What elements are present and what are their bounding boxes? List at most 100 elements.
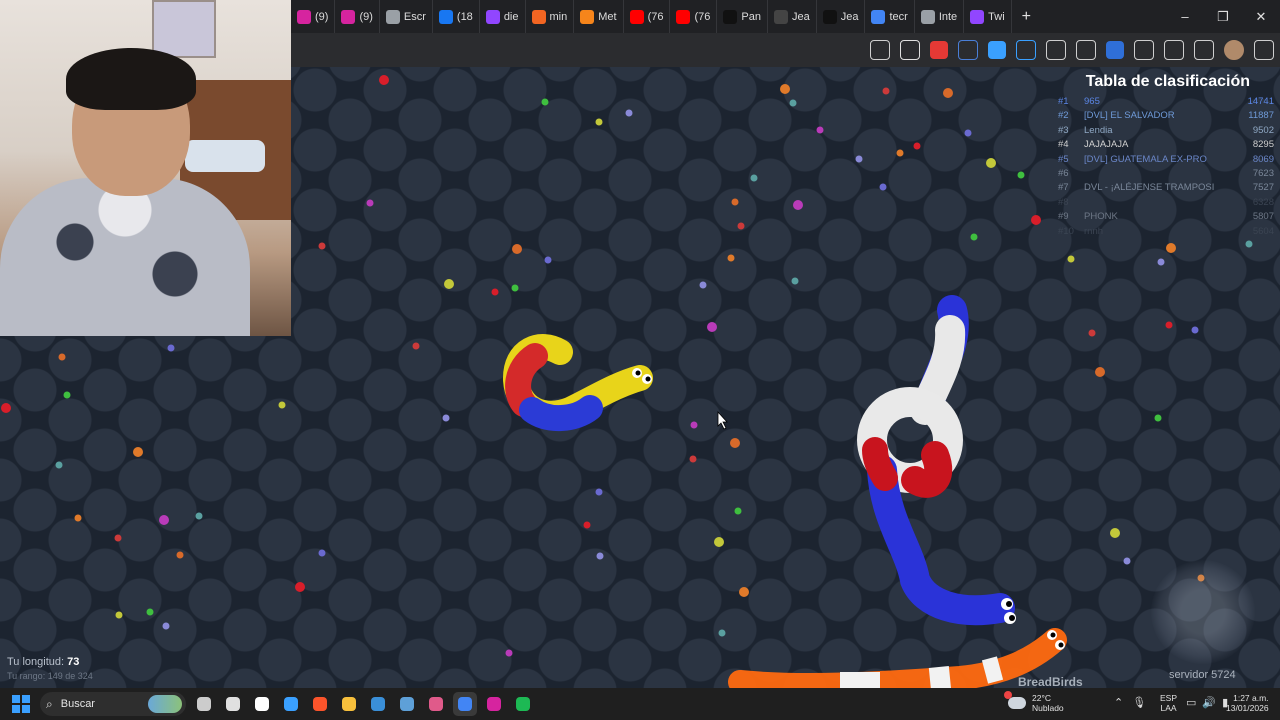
food-pellet bbox=[791, 277, 799, 285]
browser-tab[interactable]: Jea bbox=[768, 0, 817, 33]
browser-tab[interactable]: (76 bbox=[624, 0, 671, 33]
wave-icon[interactable] bbox=[958, 40, 978, 60]
leaderboard-name: rnnh bbox=[1084, 225, 1104, 237]
network-icon[interactable]: ▭ bbox=[1186, 696, 1196, 709]
leaderboard-score: 7527 bbox=[1252, 182, 1274, 194]
browser-tab[interactable]: Escr bbox=[380, 0, 433, 33]
spotify-icon[interactable] bbox=[511, 692, 535, 716]
minimize-button[interactable]: – bbox=[1166, 0, 1204, 33]
language-indicator[interactable]: ESP LAA bbox=[1160, 693, 1177, 713]
restore-button[interactable]: ❐ bbox=[1204, 0, 1242, 33]
capcut-icon[interactable] bbox=[250, 692, 274, 716]
chrome-icon[interactable] bbox=[221, 692, 245, 716]
food-pellet bbox=[412, 342, 420, 350]
new-tab-button[interactable]: + bbox=[1012, 8, 1041, 26]
cloud-icon bbox=[1004, 691, 1026, 709]
instagram-icon bbox=[297, 9, 311, 24]
chrome-icon[interactable] bbox=[453, 692, 477, 716]
browser-tab[interactable]: Jea bbox=[817, 0, 866, 33]
rss-icon bbox=[531, 9, 546, 24]
rank-text: Tu rango: 149 de 324 bbox=[7, 671, 93, 681]
food-pellet bbox=[278, 401, 286, 409]
food-pellet bbox=[167, 344, 175, 352]
browser-tab[interactable]: Met bbox=[574, 0, 624, 33]
brave-icon[interactable] bbox=[308, 692, 332, 716]
tab-label: Jea bbox=[840, 10, 859, 23]
browser-tab[interactable]: Twi bbox=[964, 0, 1012, 33]
food-pellet bbox=[1031, 215, 1041, 225]
tiktok-icon bbox=[723, 9, 738, 24]
food-pellet bbox=[690, 421, 698, 429]
s-icon[interactable] bbox=[988, 41, 1006, 59]
browser-tab[interactable]: (76 bbox=[670, 0, 718, 33]
leaderboard-rank: #8 bbox=[1058, 196, 1069, 208]
browser-tab[interactable]: tecr bbox=[865, 0, 915, 33]
task-view-icon[interactable] bbox=[192, 692, 216, 716]
note-icon[interactable] bbox=[1076, 40, 1096, 60]
photos-icon[interactable] bbox=[366, 692, 390, 716]
facebook-icon bbox=[438, 9, 453, 24]
browser-tab[interactable]: min bbox=[526, 0, 575, 33]
leaderboard-rank: #3 bbox=[1058, 124, 1069, 136]
browser-tab[interactable]: Inte bbox=[915, 0, 965, 33]
star-icon[interactable] bbox=[900, 40, 920, 60]
avatar-icon[interactable] bbox=[1224, 40, 1244, 60]
browser-tab[interactable]: (18 bbox=[433, 0, 480, 33]
store-icon[interactable] bbox=[279, 692, 303, 716]
tab-label: (18 bbox=[456, 10, 473, 23]
shield-icon[interactable] bbox=[1046, 40, 1066, 60]
food-pellet bbox=[541, 98, 549, 106]
food-pellet bbox=[789, 99, 797, 107]
food-pellet bbox=[793, 200, 803, 210]
calculator-icon[interactable] bbox=[395, 692, 419, 716]
tab-label: tecr bbox=[889, 10, 908, 23]
abp-icon[interactable] bbox=[930, 41, 948, 59]
volume-icon[interactable]: 🔊 bbox=[1202, 696, 1216, 709]
browser-tab[interactable]: Pan bbox=[717, 0, 768, 33]
puzzle-blue-icon[interactable] bbox=[1016, 40, 1036, 60]
screen: BreadBirds servidor 5724 Tu longitud: 73… bbox=[0, 0, 1280, 720]
translate-icon[interactable] bbox=[870, 40, 890, 60]
leaderboard-name: [DVL] EL SALVADOR bbox=[1084, 110, 1175, 122]
start-button[interactable] bbox=[12, 695, 30, 713]
snip-icon[interactable] bbox=[424, 692, 448, 716]
food-pellet bbox=[511, 284, 519, 292]
food-pellet bbox=[1245, 240, 1253, 248]
food-pellet bbox=[855, 155, 863, 163]
search-highlight-icon bbox=[148, 695, 182, 713]
minimap bbox=[1151, 560, 1255, 664]
instagram-icon[interactable] bbox=[482, 692, 506, 716]
menu-icon[interactable] bbox=[1254, 40, 1274, 60]
food-pellet bbox=[1110, 528, 1120, 538]
leaderboard-row: #2 [DVL] EL SALVADOR 11887 bbox=[1058, 109, 1274, 123]
leaderboard-title: Tabla de clasificación bbox=[1085, 73, 1250, 90]
puzzle-icon[interactable] bbox=[1194, 40, 1214, 60]
food-pellet bbox=[595, 488, 603, 496]
food-pellet bbox=[491, 288, 499, 296]
food-pellet bbox=[737, 222, 745, 230]
browser-tab[interactable]: (9) bbox=[335, 0, 380, 33]
t-icon[interactable] bbox=[1106, 41, 1124, 59]
tab-label: Met bbox=[598, 10, 617, 23]
microphone-icon[interactable]: 🎙 bbox=[1132, 696, 1146, 709]
browser-tab[interactable]: (9) bbox=[291, 0, 336, 33]
search-box[interactable]: ⌕ Buscar bbox=[40, 692, 186, 716]
food-pellet bbox=[318, 549, 326, 557]
food-pellet bbox=[366, 199, 374, 207]
chevron-up-icon[interactable]: ⌃ bbox=[1114, 696, 1123, 709]
system-tray-left: ⌃ 🎙 bbox=[1114, 696, 1146, 709]
folder-icon[interactable] bbox=[337, 692, 361, 716]
pen-icon[interactable] bbox=[1134, 40, 1154, 60]
tab-label: (76 bbox=[694, 10, 711, 23]
lab-icon[interactable] bbox=[1164, 40, 1184, 60]
browser-tab[interactable]: die bbox=[480, 0, 526, 33]
weather-widget[interactable]: 22°C Nublado bbox=[1004, 691, 1064, 713]
food-pellet bbox=[1154, 414, 1162, 422]
close-button[interactable]: ✕ bbox=[1242, 0, 1280, 33]
food-pellet bbox=[176, 551, 184, 559]
clock[interactable]: 1:27 a.m. 13/01/2026 bbox=[1226, 693, 1269, 713]
leaderboard-score: 11887 bbox=[1248, 110, 1274, 122]
leaderboard-row: #10 rnnh 5604 bbox=[1058, 225, 1274, 239]
food-pellet bbox=[970, 233, 978, 241]
tab-label: (9) bbox=[315, 10, 329, 23]
